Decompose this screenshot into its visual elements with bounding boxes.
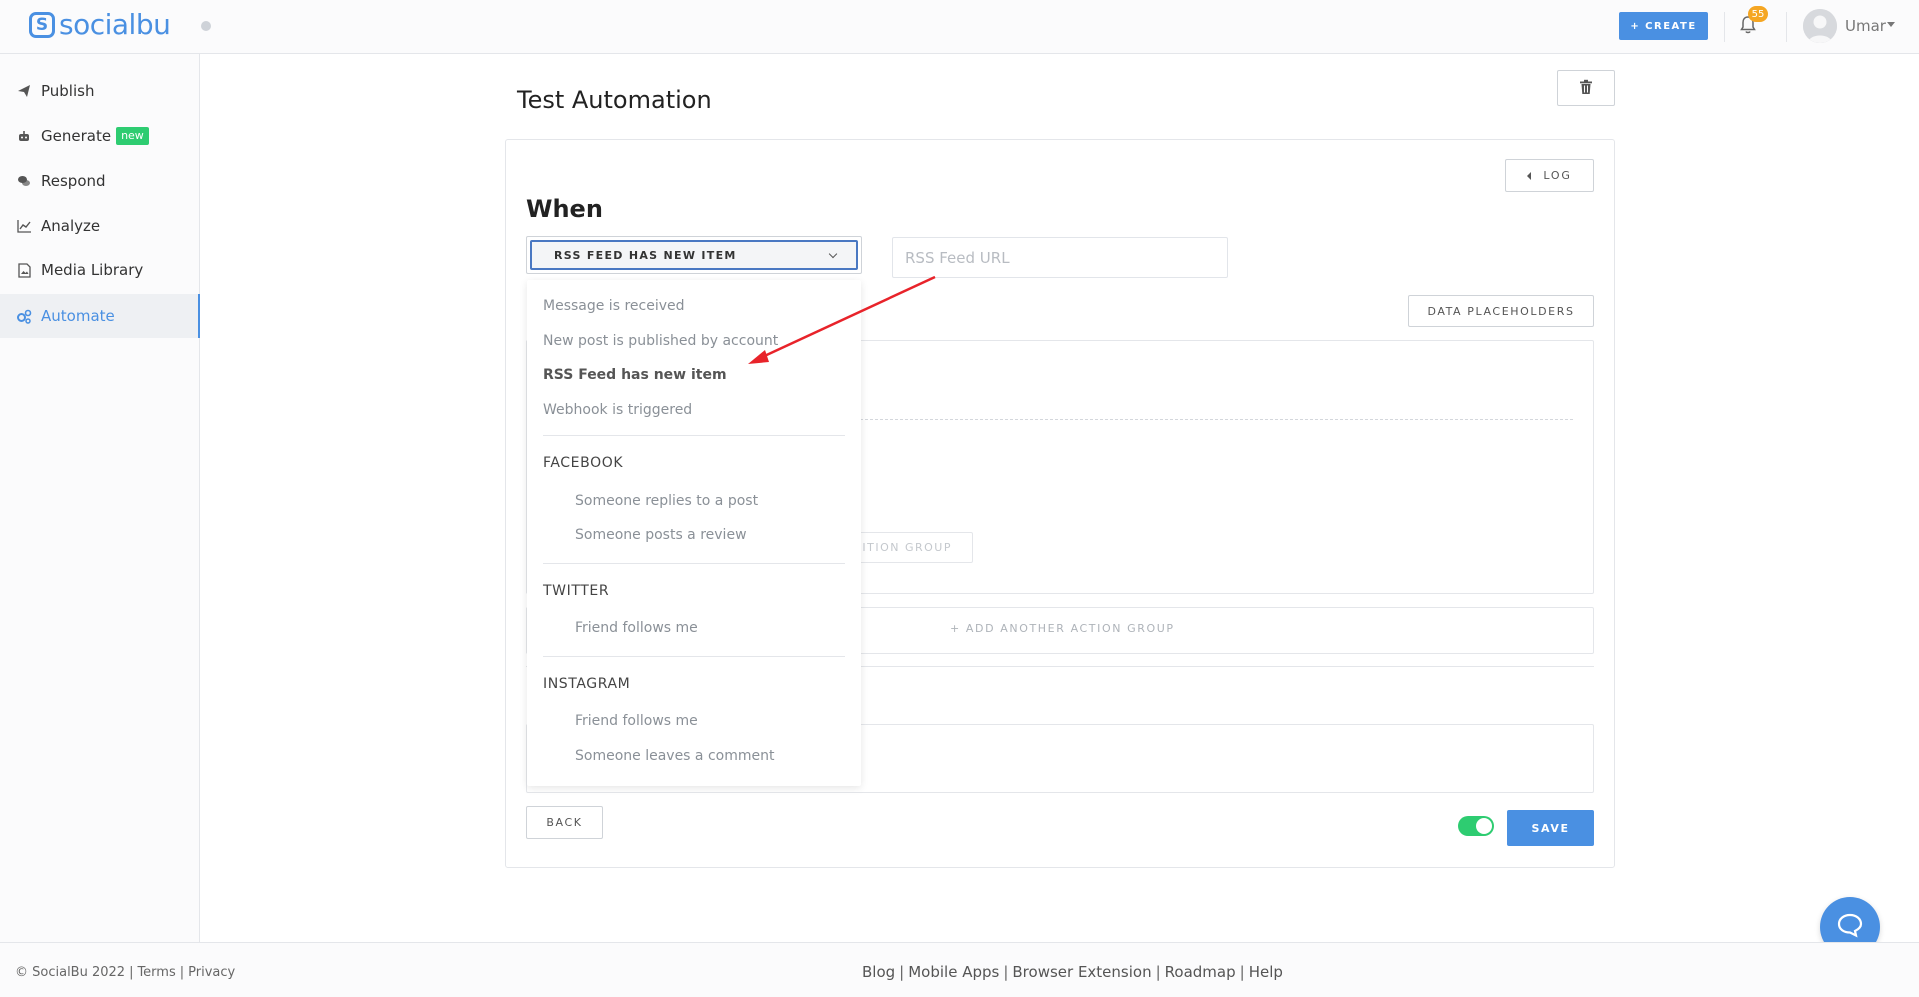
trigger-dropdown-menu: Message is received New post is publishe… — [527, 280, 861, 786]
dropdown-divider — [543, 435, 845, 436]
dropdown-option[interactable]: Someone leaves a comment — [575, 748, 774, 764]
log-label: LOG — [1543, 169, 1572, 182]
sidebar: Publish Generate new Respond Analyze Med… — [0, 54, 200, 942]
dropdown-option[interactable]: Someone replies to a post — [575, 493, 758, 509]
new-badge: new — [116, 127, 149, 145]
dropdown-divider — [543, 563, 845, 564]
status-dot — [201, 21, 211, 31]
gears-icon — [16, 308, 32, 324]
save-button[interactable]: SAVE — [1507, 810, 1594, 846]
blog-link[interactable]: Blog — [862, 963, 895, 981]
trigger-selected-label: RSS FEED HAS NEW ITEM — [554, 248, 737, 262]
sidebar-item-generate[interactable]: Generate new — [0, 114, 200, 158]
dropdown-option[interactable]: Someone posts a review — [575, 527, 747, 543]
sidebar-item-publish[interactable]: Publish — [0, 69, 200, 113]
chevron-down-icon[interactable] — [1887, 22, 1895, 27]
trigger-select[interactable]: RSS FEED HAS NEW ITEM — [526, 236, 862, 274]
dashed-divider — [860, 419, 1573, 420]
sidebar-item-label: Generate — [41, 127, 112, 145]
dropdown-group-twitter: TWITTER — [543, 583, 610, 599]
dropdown-option[interactable]: New post is published by account — [543, 333, 778, 349]
active-toggle[interactable] — [1458, 816, 1494, 836]
chevron-down-icon — [828, 249, 838, 258]
socialbu-logo[interactable]: S socialbu — [29, 8, 171, 41]
header-divider — [1724, 12, 1725, 42]
toggle-knob — [1476, 818, 1492, 834]
top-header: S socialbu + CREATE 55 Umar — [0, 0, 1919, 54]
sidebar-item-respond[interactable]: Respond — [0, 159, 200, 203]
dropdown-option[interactable]: Friend follows me — [575, 713, 698, 729]
trash-icon — [1579, 79, 1593, 98]
when-heading: When — [526, 195, 603, 223]
sidebar-item-label: Analyze — [41, 217, 101, 235]
sidebar-item-label: Respond — [41, 172, 106, 190]
delete-button[interactable] — [1557, 70, 1615, 106]
log-button[interactable]: LOG — [1505, 159, 1594, 192]
sidebar-item-analyze[interactable]: Analyze — [0, 204, 200, 248]
privacy-link[interactable]: Privacy — [188, 965, 235, 980]
dropdown-group-instagram: INSTAGRAM — [543, 676, 631, 692]
brand-name: socialbu — [59, 8, 171, 41]
chat-bubbles-icon — [16, 173, 32, 189]
caret-left-icon — [1527, 171, 1532, 180]
robot-icon — [16, 128, 32, 144]
dropdown-option[interactable]: Message is received — [543, 298, 685, 314]
help-link[interactable]: Help — [1249, 963, 1283, 981]
dropdown-option[interactable]: Webhook is triggered — [543, 402, 692, 418]
page-title: Test Automation — [517, 86, 712, 114]
logo-icon: S — [29, 12, 55, 38]
trigger-select-value[interactable]: RSS FEED HAS NEW ITEM — [530, 240, 858, 270]
create-button[interactable]: + CREATE — [1619, 12, 1708, 40]
footer-links: Blog | Mobile Apps | Browser Extension | Roadm… — [862, 963, 1283, 981]
back-button[interactable]: BACK — [526, 806, 603, 839]
sidebar-item-label: Automate — [41, 307, 115, 325]
header-divider — [1786, 12, 1787, 42]
terms-link[interactable]: Terms — [137, 965, 175, 980]
add-action-group-label[interactable]: + ADD ANOTHER ACTION GROUP — [950, 622, 1175, 635]
sidebar-item-media-library[interactable]: Media Library — [0, 248, 200, 292]
sidebar-item-automate[interactable]: Automate — [0, 294, 200, 338]
chat-icon — [1836, 912, 1864, 942]
mobile-apps-link[interactable]: Mobile Apps — [908, 963, 999, 981]
dropdown-divider — [543, 656, 845, 657]
sidebar-item-label: Publish — [41, 82, 95, 100]
line-chart-icon — [16, 218, 32, 234]
footer-legal: © SocialBu 2022 | Terms | Privacy — [15, 965, 236, 980]
dropdown-group-facebook: FACEBOOK — [543, 455, 624, 471]
user-name[interactable]: Umar — [1845, 17, 1886, 35]
rss-feed-url-input[interactable] — [892, 237, 1228, 278]
user-avatar[interactable] — [1803, 9, 1837, 43]
image-file-icon — [16, 262, 32, 278]
sidebar-item-label: Media Library — [41, 261, 144, 279]
dropdown-option[interactable]: Friend follows me — [575, 620, 698, 636]
browser-extension-link[interactable]: Browser Extension — [1012, 963, 1151, 981]
data-placeholders-button[interactable]: DATA PLACEHOLDERS — [1408, 295, 1594, 327]
dropdown-option-selected[interactable]: RSS Feed has new item — [543, 367, 727, 383]
notification-count-badge: 55 — [1748, 6, 1768, 22]
paper-plane-icon — [16, 83, 32, 99]
copyright-text: © SocialBu 2022 — [15, 965, 126, 980]
roadmap-link[interactable]: Roadmap — [1165, 963, 1236, 981]
